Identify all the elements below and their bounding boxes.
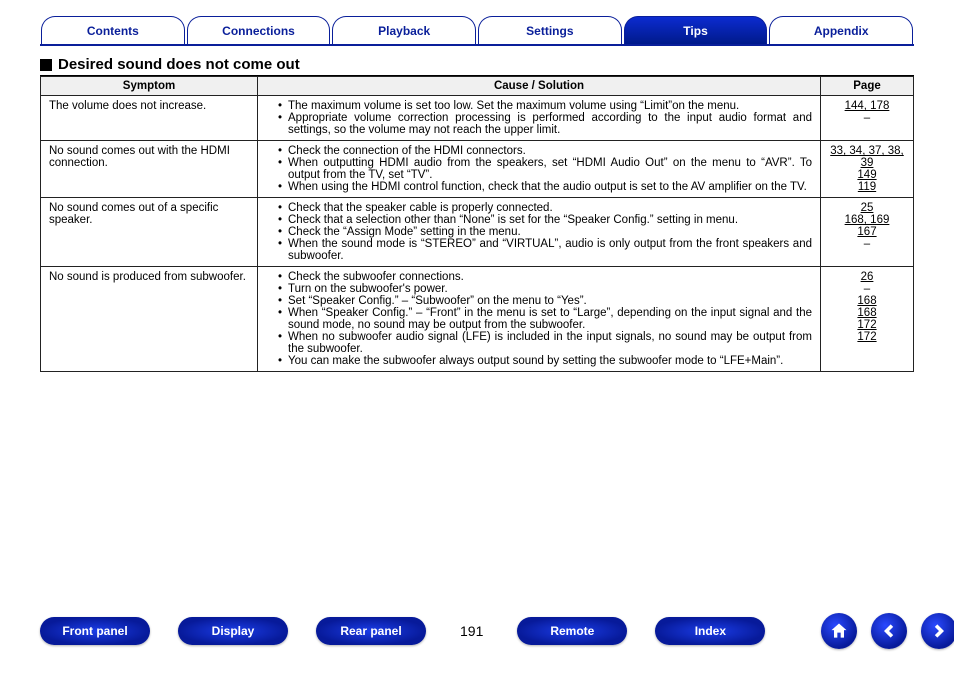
home-button[interactable] <box>821 613 857 649</box>
tab-settings[interactable]: Settings <box>478 16 622 44</box>
table-row: The volume does not increase. The maximu… <box>41 96 914 141</box>
cause-item: When outputting HDMI audio from the spea… <box>278 157 812 181</box>
cause-item: Check the subwoofer connections. <box>278 271 812 283</box>
page-link[interactable]: 33, 34, 37, 38, 39 <box>830 145 904 169</box>
th-page: Page <box>821 77 914 96</box>
section-heading: Desired sound does not come out <box>40 56 914 76</box>
cause-item: The maximum volume is set too low. Set t… <box>278 100 812 112</box>
cell-pages: 144, 178 – <box>821 96 914 141</box>
cell-symptom: No sound comes out of a specific speaker… <box>41 198 258 267</box>
th-cause: Cause / Solution <box>258 77 821 96</box>
cell-symptom: The volume does not increase. <box>41 96 258 141</box>
cause-item: Check the “Assign Mode” setting in the m… <box>278 226 812 238</box>
tab-playback[interactable]: Playback <box>332 16 476 44</box>
cell-pages: 25 168, 169 167 – <box>821 198 914 267</box>
arrow-right-icon <box>929 621 949 641</box>
cell-symptom: No sound is produced from subwoofer. <box>41 267 258 372</box>
cause-item: Appropriate volume correction processing… <box>278 112 812 136</box>
cell-cause: Check that the speaker cable is properly… <box>258 198 821 267</box>
page-link[interactable]: 168, 169 <box>845 214 890 226</box>
cause-item: Set “Speaker Config.” – “Subwoofer” on t… <box>278 295 812 307</box>
cell-pages: 26 – 168 168 172 172 <box>821 267 914 372</box>
cause-item: Check the connection of the HDMI connect… <box>278 145 812 157</box>
cause-item: Check that a selection other than “None”… <box>278 214 812 226</box>
front-panel-button[interactable]: Front panel <box>40 617 150 645</box>
cell-cause: Check the subwoofer connections. Turn on… <box>258 267 821 372</box>
page-link[interactable]: 144, 178 <box>845 100 890 112</box>
cause-item: When the sound mode is “STEREO” and “VIR… <box>278 238 812 262</box>
page-link[interactable]: 149 <box>857 169 876 181</box>
page-link[interactable]: 168 <box>857 295 876 307</box>
cause-item: When using the HDMI control function, ch… <box>278 181 812 193</box>
nav-buttons <box>821 613 954 649</box>
page-dash: – <box>829 238 905 250</box>
cause-item: Check that the speaker cable is properly… <box>278 202 812 214</box>
cause-item: Turn on the subwoofer's power. <box>278 283 812 295</box>
cell-pages: 33, 34, 37, 38, 39 149 119 <box>821 141 914 198</box>
page-link[interactable]: 26 <box>861 271 874 283</box>
troubleshoot-table: Symptom Cause / Solution Page The volume… <box>40 76 914 372</box>
cause-item: When no subwoofer audio signal (LFE) is … <box>278 331 812 355</box>
page-link[interactable]: 172 <box>857 319 876 331</box>
tab-connections[interactable]: Connections <box>187 16 331 44</box>
tab-contents[interactable]: Contents <box>41 16 185 44</box>
page-dash: – <box>829 112 905 124</box>
page-number: 191 <box>454 623 489 639</box>
remote-button[interactable]: Remote <box>517 617 627 645</box>
index-button[interactable]: Index <box>655 617 765 645</box>
display-button[interactable]: Display <box>178 617 288 645</box>
page-link[interactable]: 167 <box>857 226 876 238</box>
cause-item: When “Speaker Config.” – “Front” in the … <box>278 307 812 331</box>
rear-panel-button[interactable]: Rear panel <box>316 617 426 645</box>
home-icon <box>829 621 849 641</box>
cell-symptom: No sound comes out with the HDMI connect… <box>41 141 258 198</box>
next-button[interactable] <box>921 613 954 649</box>
cause-item: You can make the subwoofer always output… <box>278 355 812 367</box>
tab-tips[interactable]: Tips <box>624 16 768 44</box>
cell-cause: Check the connection of the HDMI connect… <box>258 141 821 198</box>
heading-text: Desired sound does not come out <box>58 56 300 73</box>
cell-cause: The maximum volume is set too low. Set t… <box>258 96 821 141</box>
prev-button[interactable] <box>871 613 907 649</box>
page-link[interactable]: 25 <box>861 202 874 214</box>
table-row: No sound is produced from subwoofer. Che… <box>41 267 914 372</box>
page-link[interactable]: 119 <box>858 181 876 193</box>
tab-appendix[interactable]: Appendix <box>769 16 913 44</box>
arrow-left-icon <box>879 621 899 641</box>
table-row: No sound comes out of a specific speaker… <box>41 198 914 267</box>
bottom-bar: Front panel Display Rear panel 191 Remot… <box>40 613 914 649</box>
square-bullet-icon <box>40 59 52 71</box>
table-row: No sound comes out with the HDMI connect… <box>41 141 914 198</box>
page-link[interactable]: 168 <box>857 307 876 319</box>
th-symptom: Symptom <box>41 77 258 96</box>
top-tabs: Contents Connections Playback Settings T… <box>40 14 914 46</box>
page-link[interactable]: 172 <box>857 331 876 343</box>
page-dash: – <box>829 283 905 295</box>
